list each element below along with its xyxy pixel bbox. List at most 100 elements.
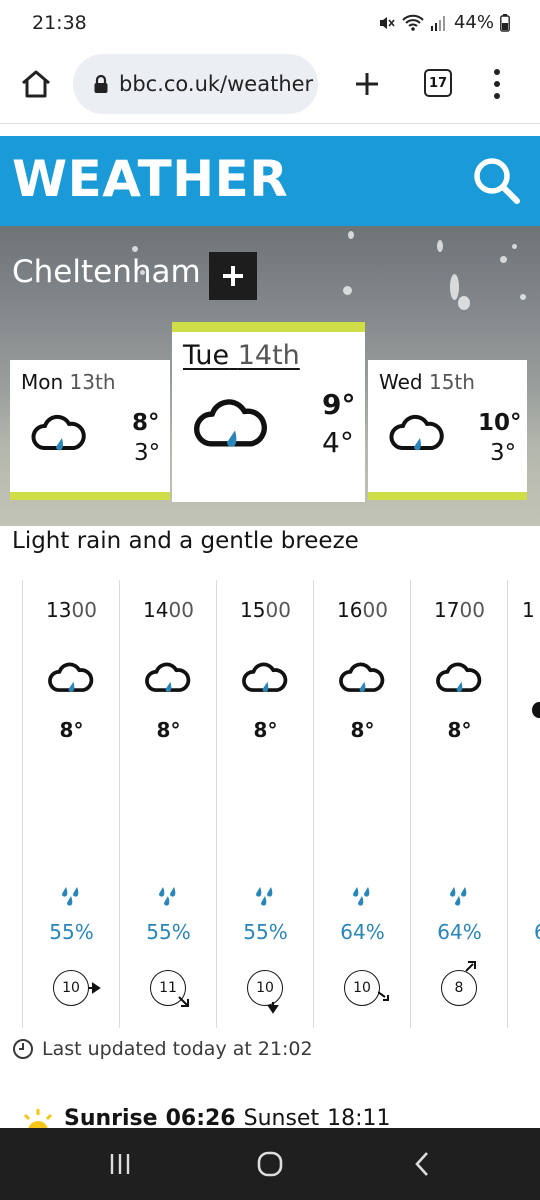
day-low: 3° <box>134 440 161 466</box>
day-card-wed[interactable]: Wed 15th 10° 3° <box>368 360 527 500</box>
wifi-icon <box>402 14 424 31</box>
day-name: Tue <box>183 340 230 371</box>
minute: 00 <box>168 598 194 622</box>
back-icon <box>415 1152 428 1176</box>
light-rain-cloud-icon <box>389 414 444 451</box>
day-low: 3° <box>490 440 517 466</box>
hour-time: 1600 <box>314 598 411 622</box>
hour-column[interactable]: 1300 8° 55% 10 <box>22 580 119 1028</box>
hour: 13 <box>46 598 72 622</box>
day-date: 14th <box>237 340 300 371</box>
address-bar[interactable]: bbc.co.uk/weather <box>73 54 318 114</box>
wind-direction-arrow-icon <box>378 991 389 1001</box>
raindrops-icon <box>256 887 273 906</box>
day-name: Wed <box>379 370 423 394</box>
tab-switcher-button[interactable]: 17 <box>424 69 452 97</box>
recent-apps-button[interactable] <box>100 1146 140 1182</box>
rain-chance: 6 <box>534 920 540 944</box>
raindrops-icon <box>353 887 370 906</box>
wind-direction-arrow-icon <box>89 982 101 994</box>
status-icons: 44% <box>378 12 510 33</box>
battery-icon <box>500 13 510 32</box>
status-time: 21:38 <box>32 12 87 34</box>
weather-title[interactable]: WEATHER <box>12 150 288 208</box>
plus-icon <box>356 73 378 95</box>
lock-icon <box>94 74 108 93</box>
raindrop <box>348 231 354 239</box>
hour-column[interactable]: 1700 8° 64% 8 <box>410 580 507 1028</box>
rain-chance: 64% <box>340 920 385 944</box>
location-name: Cheltenham <box>12 254 201 290</box>
raindrop <box>520 294 526 300</box>
day-card-tue[interactable]: Tue 14th 9° 4° <box>172 322 365 502</box>
rain-chance: 64% <box>437 920 482 944</box>
hour-time: 1400 <box>120 598 217 622</box>
signal-icon <box>430 15 445 31</box>
plus-icon <box>223 266 243 286</box>
day-high: 9° <box>322 388 356 421</box>
hour-time: 1700 <box>411 598 508 622</box>
day-label: Wed 15th <box>379 370 475 394</box>
hour-time: 1 <box>522 598 535 622</box>
day-high: 8° <box>132 410 160 436</box>
hour-column[interactable]: 1500 8° 55% 10 <box>216 580 313 1028</box>
light-rain-cloud-icon <box>145 662 191 692</box>
hour: 16 <box>337 598 363 622</box>
day-card-mon[interactable]: Mon 13th 8° 3° <box>10 360 170 500</box>
light-rain-cloud-icon <box>48 662 94 692</box>
home-nav-button[interactable] <box>250 1146 290 1182</box>
wind-speed: 10 <box>247 970 283 1006</box>
day-label: Mon 13th <box>21 370 116 394</box>
raindrop <box>450 274 459 300</box>
hour-column[interactable]: 1400 8° 55% 11 <box>119 580 216 1028</box>
home-icon <box>22 70 50 98</box>
wind-speed: 10 <box>344 970 380 1006</box>
light-rain-cloud-icon <box>339 662 385 692</box>
light-rain-cloud-icon <box>242 662 288 692</box>
weather-header: WEATHER <box>0 136 540 226</box>
new-tab-button[interactable] <box>347 64 387 104</box>
hour-time: 1300 <box>23 598 120 622</box>
search-button[interactable] <box>470 154 524 208</box>
rain-chance: 55% <box>243 920 288 944</box>
minute: 00 <box>71 598 97 622</box>
raindrops-icon <box>450 887 467 906</box>
system-nav-bar <box>0 1128 540 1200</box>
minute: 00 <box>362 598 388 622</box>
hour-column[interactable]: 1600 8° 64% 10 <box>313 580 410 1028</box>
hour-temperature: 8° <box>253 718 278 742</box>
last-updated-text: Last updated today at 21:02 <box>42 1038 313 1060</box>
home-button[interactable] <box>16 64 56 104</box>
raindrop <box>500 256 507 263</box>
day-date: 13th <box>69 370 116 394</box>
raindrop <box>458 296 470 310</box>
hour-temperature: 8° <box>59 718 84 742</box>
browser-toolbar: bbc.co.uk/weather 17 <box>0 48 540 124</box>
menu-dot <box>494 81 500 87</box>
hour-column-partial[interactable]: 1 6 <box>507 580 540 1028</box>
wind-speed: 10 <box>53 970 89 1006</box>
battery-percent: 44% <box>453 12 494 33</box>
clock-icon <box>13 1039 33 1059</box>
hour: 17 <box>434 598 460 622</box>
light-rain-cloud-icon <box>31 414 86 451</box>
back-button[interactable] <box>402 1146 442 1182</box>
weather-summary: Light rain and a gentle breeze <box>12 528 359 554</box>
light-rain-cloud-icon <box>532 702 540 718</box>
wind-direction-arrow-icon <box>465 961 476 972</box>
hour: 14 <box>143 598 169 622</box>
light-rain-cloud-icon <box>436 662 482 692</box>
last-updated: Last updated today at 21:02 <box>12 1038 313 1060</box>
wind-direction-arrow-icon <box>178 996 189 1007</box>
hour-temperature: 8° <box>447 718 472 742</box>
hourly-forecast[interactable]: 1300 8° 55% 10 1400 8° 55% 11 1500 8° 55… <box>0 580 540 1028</box>
wind-speed: 8 <box>441 970 477 1006</box>
status-bar: 21:38 44% <box>0 0 540 48</box>
add-location-button[interactable] <box>209 252 257 300</box>
hour-time: 1500 <box>217 598 314 622</box>
browser-menu-button[interactable] <box>482 64 512 104</box>
hour-temperature: 8° <box>156 718 181 742</box>
day-date: 15th <box>428 370 475 394</box>
raindrops-icon <box>159 887 176 906</box>
rain-chance: 55% <box>49 920 94 944</box>
